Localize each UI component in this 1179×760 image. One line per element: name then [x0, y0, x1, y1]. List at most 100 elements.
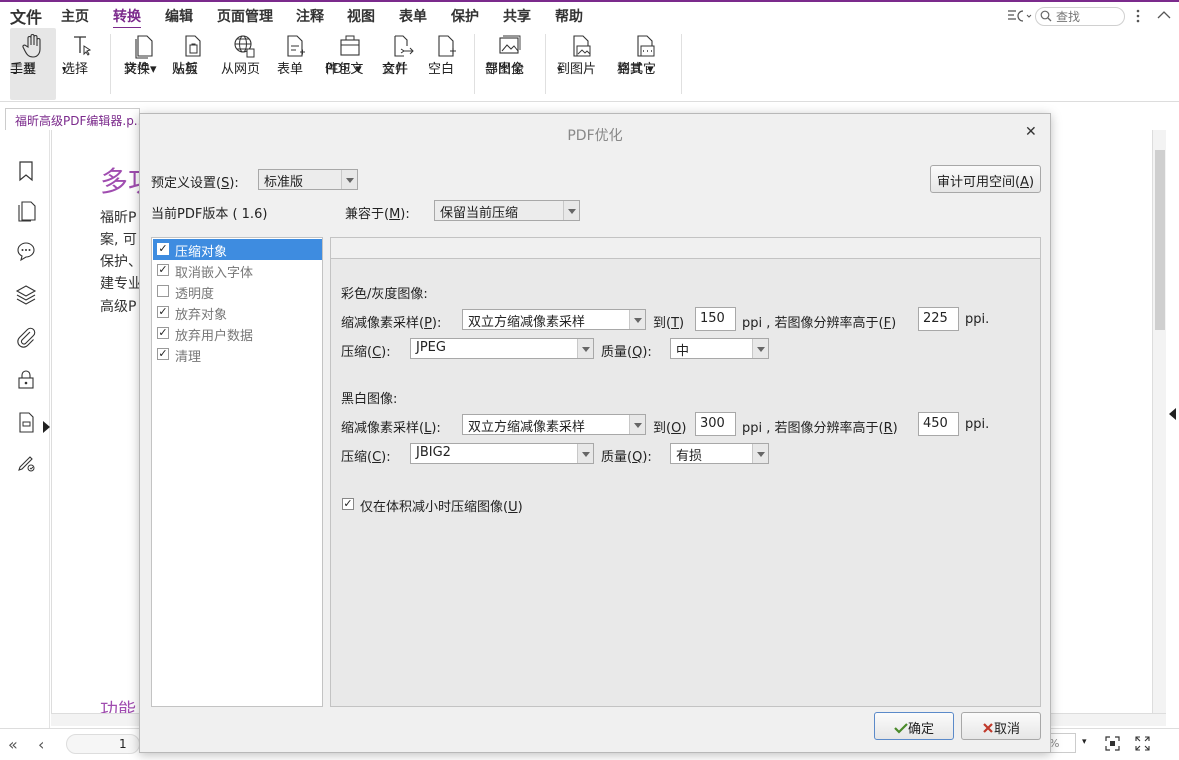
list-item[interactable]: ✓ 取消嵌入字体	[153, 260, 322, 281]
to-other-formats-button[interactable]: 到其它 格式 ▾	[617, 28, 673, 100]
menu-home[interactable]: 主页	[61, 6, 89, 26]
menu-view[interactable]: 视图	[347, 6, 375, 26]
menu-comment[interactable]: 注释	[296, 6, 324, 26]
color-compress-value: JPEG	[416, 340, 446, 355]
doc-text-line: 福昕P	[100, 210, 137, 226]
export-images-icon	[499, 35, 521, 54]
more-options-icon[interactable]	[1134, 8, 1142, 24]
bookmark-icon[interactable]	[15, 160, 37, 182]
blank-page-button[interactable]: 空白	[428, 28, 464, 100]
color-quality-select[interactable]: 中	[670, 338, 769, 359]
menu-share[interactable]: 共享	[503, 6, 531, 26]
merge-icon	[394, 35, 414, 57]
cancel-button[interactable]: 取消	[961, 712, 1041, 740]
export-all-images-button[interactable]: 导出全 部图像	[485, 28, 535, 100]
mono-downsample-select[interactable]: 双立方缩减像素采样	[462, 414, 646, 435]
content-icon[interactable]	[15, 411, 37, 433]
pdf-portfolio-label-2: 件包 ▾	[325, 62, 362, 77]
attachment-icon[interactable]	[15, 326, 37, 348]
mono-quality-label: 质量(Q):	[601, 450, 652, 465]
layers-icon[interactable]	[15, 283, 37, 305]
mono-quality-select[interactable]: 有损	[670, 443, 769, 464]
page-number-input[interactable]: 1	[66, 734, 140, 754]
chevron-down-icon	[629, 415, 645, 434]
vertical-scrollbar[interactable]	[1152, 130, 1166, 713]
mono-compress-select[interactable]: JBIG2	[410, 443, 594, 464]
to-image-button[interactable]: 到图片 ▾	[557, 28, 605, 100]
to-image-dropdown-arrow: ▾	[557, 65, 562, 75]
from-clipboard-label-2: 贴板	[172, 62, 199, 77]
select-button[interactable]: 选择 ▾	[62, 28, 102, 100]
checkbox[interactable]: ✓	[157, 327, 169, 339]
expand-panel-arrow-icon[interactable]	[43, 421, 50, 433]
menu-convert[interactable]: 转换	[113, 6, 141, 29]
list-item[interactable]: ✓ 放弃对象	[153, 302, 322, 323]
form-icon	[287, 35, 305, 57]
form-button[interactable]: 表单	[277, 28, 313, 100]
menu-edit[interactable]: 编辑	[165, 6, 193, 26]
hand-tool-button[interactable]: 手型 工具	[10, 28, 56, 100]
color-ppi-input[interactable]: 150	[695, 307, 736, 331]
cancel-x-icon	[983, 723, 993, 733]
list-item[interactable]: ✓ 放弃用户数据	[153, 323, 322, 344]
ok-button[interactable]: 确定	[874, 712, 954, 740]
list-item[interactable]: ✓ 压缩对象	[153, 239, 322, 260]
first-page-icon[interactable]: «	[8, 735, 18, 754]
compatibility-select[interactable]: 保留当前压缩	[434, 200, 580, 221]
menu-page-management[interactable]: 页面管理	[217, 6, 273, 26]
file-convert-button[interactable]: 文件 转换▾	[124, 28, 164, 100]
audit-space-button[interactable]: 审计可用空间(A)	[930, 165, 1041, 193]
menu-help[interactable]: 帮助	[555, 6, 583, 26]
checkbox[interactable]: ✓	[157, 264, 169, 276]
compress-only-if-smaller-label: 仅在体积减小时压缩图像(U)	[360, 500, 523, 515]
list-item[interactable]: 透明度	[153, 281, 322, 302]
checkbox[interactable]: ✓	[157, 243, 169, 255]
pdf-portfolio-button[interactable]: PDF文 件包 ▾	[325, 28, 375, 100]
doc-text-line: 案, 可	[100, 232, 137, 248]
color-downsample-select[interactable]: 双立方缩减像素采样	[462, 309, 646, 330]
preset-select[interactable]: 标准版	[258, 169, 358, 190]
ribbon-mode-icon[interactable]	[1006, 8, 1032, 24]
from-clipboard-button[interactable]: 从剪 贴板	[172, 28, 212, 100]
search-input[interactable]	[1056, 9, 1122, 24]
mono-ppi-input[interactable]: 300	[695, 412, 736, 436]
fullscreen-icon[interactable]	[1135, 736, 1150, 751]
menu-form[interactable]: 表单	[399, 6, 427, 26]
scrollbar-thumb[interactable]	[1155, 150, 1165, 330]
signature-icon[interactable]	[15, 452, 37, 474]
mono-compress-label: 压缩(C):	[341, 450, 391, 465]
zoom-dropdown-icon[interactable]: ▾	[1082, 737, 1087, 747]
collapse-ribbon-icon[interactable]	[1157, 10, 1171, 20]
right-panel-toggle-icon[interactable]	[1169, 408, 1176, 420]
pages-icon[interactable]	[15, 200, 37, 222]
checkbox[interactable]: ✓	[157, 348, 169, 360]
doc-text-line: 保护、	[100, 254, 142, 270]
close-icon[interactable]: ✕	[1025, 124, 1037, 140]
search-box[interactable]	[1035, 7, 1125, 26]
menu-protect[interactable]: 保护	[451, 6, 479, 26]
from-webpage-button[interactable]: 从网页	[221, 28, 267, 100]
checkbox[interactable]: ✓	[157, 306, 169, 318]
merge-files-button[interactable]: 合并 文件	[382, 28, 422, 100]
fit-page-icon[interactable]	[1105, 736, 1120, 751]
color-above-ppi-input[interactable]: 225	[918, 307, 959, 331]
settings-tab-strip	[330, 237, 1041, 258]
comment-icon[interactable]	[15, 240, 37, 262]
file-convert-label-2: 转换▾	[124, 62, 157, 77]
chevron-down-icon	[563, 201, 579, 220]
previous-page-icon[interactable]: ‹	[38, 735, 44, 754]
mono-above-ppi-input[interactable]: 450	[918, 412, 959, 436]
color-compress-select[interactable]: JPEG	[410, 338, 594, 359]
security-lock-icon[interactable]	[15, 368, 37, 390]
export-all-images-label-2: 部图像	[485, 62, 525, 77]
mono-to-label: 到(O)	[653, 421, 687, 436]
color-quality-label: 质量(Q):	[601, 345, 652, 360]
ppi-suffix-label: ppi.	[965, 417, 990, 432]
mono-images-heading: 黑白图像:	[341, 392, 398, 407]
checkbox[interactable]	[157, 285, 169, 297]
list-item[interactable]: ✓ 清理	[153, 344, 322, 365]
menu-file[interactable]: 文件	[10, 4, 42, 28]
compress-only-if-smaller-checkbox[interactable]: ✓	[342, 498, 354, 510]
color-above-label: ppi , 若图像分辨率高于(F)	[742, 316, 897, 331]
document-tab[interactable]: 福昕高级PDF编辑器.p...	[5, 108, 140, 130]
